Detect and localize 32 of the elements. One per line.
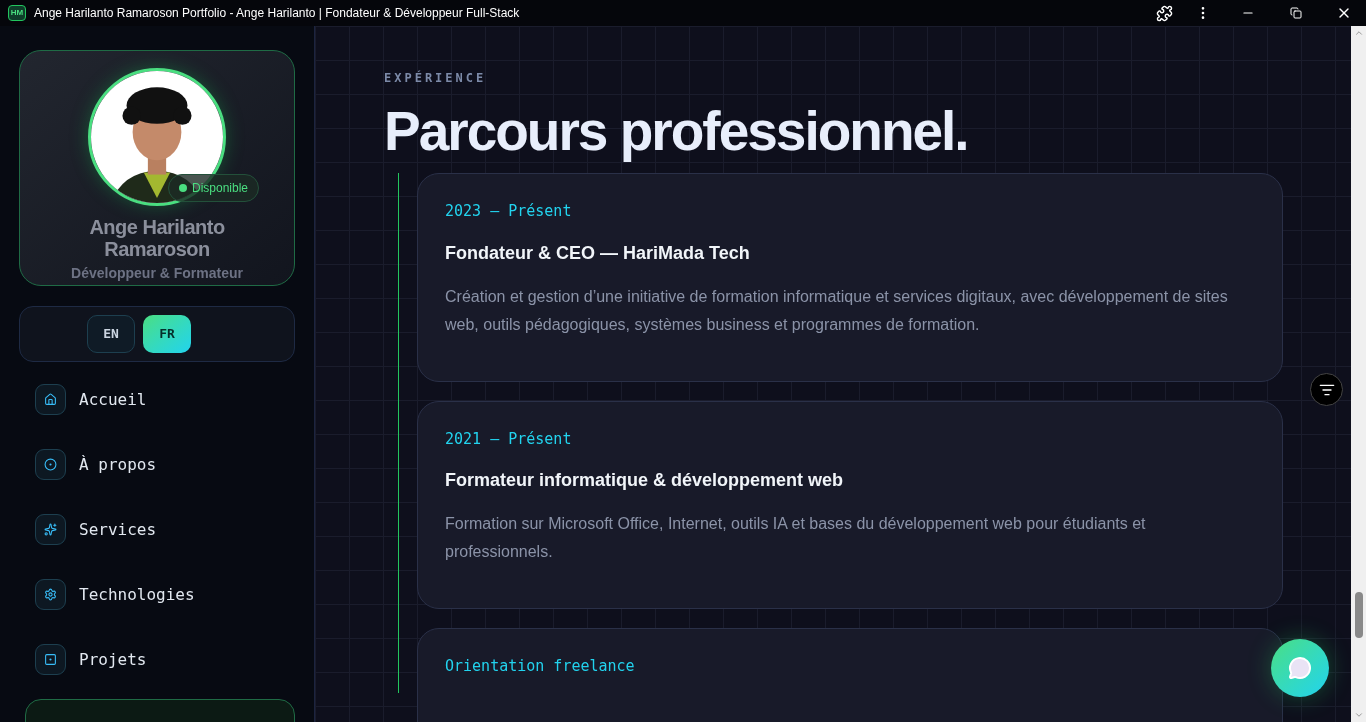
experience-period: Orientation freelance [445,656,636,677]
section-title: Parcours professionnel. [384,99,969,163]
profile-role: Développeur & Formateur [71,264,243,283]
chat-bubble-icon [1288,656,1312,680]
nav-icon [35,579,66,610]
experience-title: Fondateur & CEO — HariMada Tech [445,241,751,265]
profile-name: Ange Harilanto Ramaroson [88,216,226,260]
nav-icon [35,514,66,545]
nav-icon [35,449,66,480]
nav-icon [35,384,66,415]
experience-description: Formation sur Microsoft Office, Internet, outils IA et bases du développement web pour étudiants et professionnels. [445,514,1147,562]
experience-description: Création et gestion d’une initiative de formation informatique et services digitaux, avec développement de sites web, outils pédagogiques, systèmes business et programmes de formation. [445,286,1229,335]
filter-button[interactable] [1310,373,1343,406]
status-text: Disponible [192,180,249,197]
extensions-icon[interactable] [1156,4,1173,22]
experience-title: Formateur informatique & développement web [445,469,845,492]
language-button[interactable]: EN [87,315,135,353]
nav-icon [35,644,66,675]
app-logo: HM [8,5,26,21]
experience-period: 2021 — Présent [445,428,573,450]
nav-link[interactable]: Services [79,517,157,542]
nav-link[interactable]: Technologies [79,582,195,607]
scrollbar-thumb[interactable] [1354,592,1363,638]
experience-period: 2023 — Présent [445,201,573,222]
nav-link[interactable]: Accueil [79,387,147,412]
window-title: Ange Harilanto Ramaroson Portfolio - Ange Harilanto | Fondateur & Développeur Full-Stack [34,5,520,22]
restore-icon[interactable] [1290,7,1302,19]
language-button[interactable]: FR [143,315,191,353]
chat-button[interactable] [1271,639,1329,697]
nav-link[interactable]: Projets [79,647,147,672]
section-eyebrow: EXPÉRIENCE [384,69,488,87]
nav-link[interactable]: À propos [79,452,157,477]
